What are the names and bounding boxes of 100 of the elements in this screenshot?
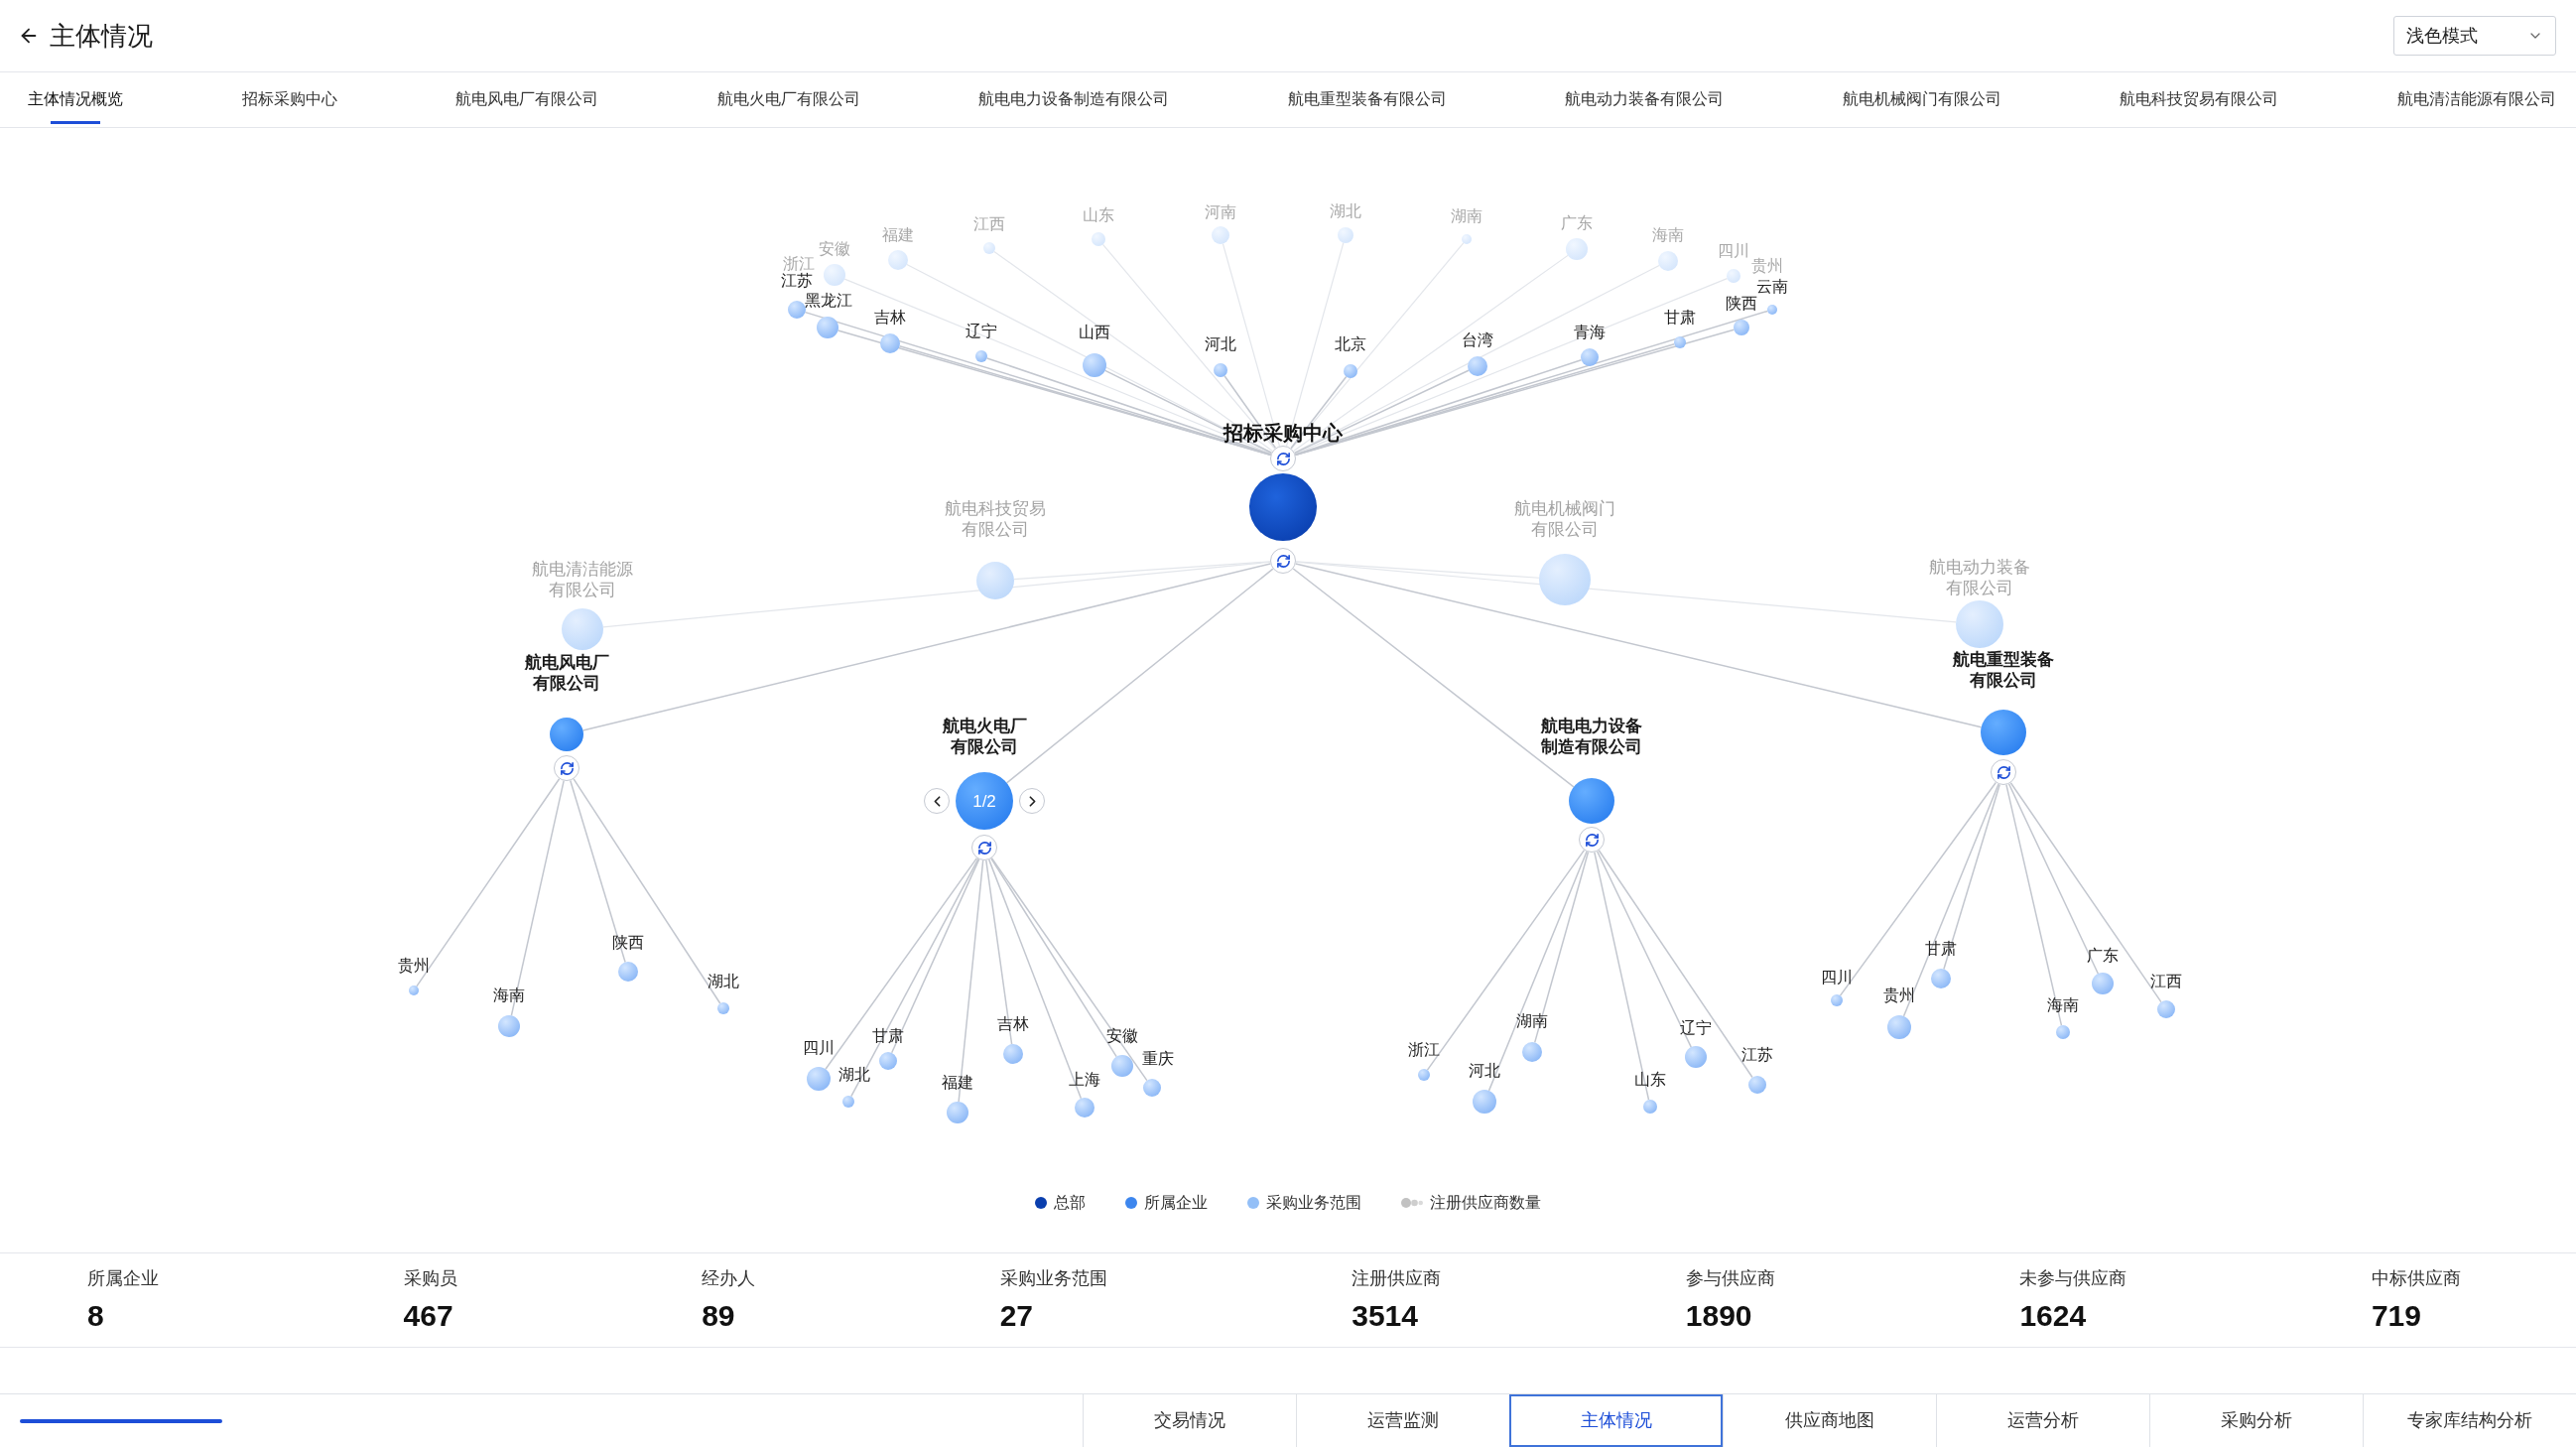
region-label: 海南 [493, 987, 525, 1003]
theme-select[interactable]: 浅色模式 [2393, 16, 2556, 56]
chevron-right-icon[interactable] [1019, 788, 1045, 814]
refresh-icon[interactable] [1991, 759, 2016, 785]
stat-value: 1624 [2019, 1300, 2088, 1332]
region-node [1831, 994, 1843, 1006]
tab[interactable]: 航电机械阀门有限公司 [1842, 72, 2001, 127]
region-label: 贵州 [1751, 258, 1783, 274]
company-label: 航电科技贸易 有限公司 [945, 498, 1046, 540]
region-label: 陕西 [1726, 296, 1757, 312]
region-label: 陕西 [612, 935, 644, 951]
tab[interactable]: 航电清洁能源有限公司 [2396, 72, 2556, 127]
region-label: 湖南 [1451, 208, 1482, 224]
region-label: 湖北 [838, 1067, 870, 1083]
company-label: 航电风电厂 有限公司 [524, 652, 609, 694]
stat-label: 未参与供应商 [2019, 1267, 2127, 1289]
region-label: 四川 [803, 1040, 835, 1056]
region-label: 吉林 [874, 310, 906, 326]
region-node [498, 1015, 520, 1037]
tab[interactable]: 航电电力设备制造有限公司 [978, 72, 1170, 127]
region-label: 贵州 [1883, 987, 1915, 1003]
region-label: 江苏 [1741, 1047, 1773, 1063]
region-label: 福建 [882, 227, 914, 243]
tab[interactable]: 航电科技贸易有限公司 [2120, 72, 2279, 127]
stat-label: 中标供应商 [2371, 1267, 2461, 1289]
region-node [2157, 1000, 2175, 1018]
region-label: 广东 [2087, 948, 2119, 964]
region-label: 海南 [2047, 997, 2079, 1013]
region-node [1643, 1100, 1657, 1114]
region-label: 江苏 [781, 273, 813, 289]
region-node [879, 1052, 897, 1070]
refresh-icon[interactable] [971, 835, 997, 860]
region-label: 江西 [2150, 974, 2182, 989]
tab[interactable]: 航电风电厂有限公司 [455, 72, 599, 127]
tab[interactable]: 主体情况概览 [28, 72, 123, 127]
region-node [2092, 973, 2114, 994]
stat-value: 467 [403, 1300, 454, 1332]
region-node [1075, 1098, 1095, 1118]
region-label: 湖南 [1516, 1013, 1548, 1029]
refresh-icon[interactable] [1270, 446, 1296, 471]
region-label: 辽宁 [1680, 1020, 1712, 1036]
chevron-left-icon[interactable] [924, 788, 950, 814]
region-node [1473, 1090, 1496, 1114]
stat-value: 27 [999, 1300, 1035, 1332]
stat-label: 注册供应商 [1352, 1267, 1442, 1289]
region-node [618, 962, 638, 982]
region-label: 浙江 [783, 256, 815, 272]
company-label: 航电重型装备 有限公司 [1953, 649, 2054, 691]
region-label: 上海 [1069, 1072, 1100, 1088]
legend-label: 注册供应商数量 [1430, 1193, 1541, 1213]
region-node [1143, 1079, 1161, 1097]
company-label: 航电机械阀门 有限公司 [1514, 498, 1615, 540]
region-label: 黑龙江 [805, 293, 852, 309]
region-label: 河南 [1205, 204, 1236, 220]
region-node [717, 1002, 729, 1014]
stat-label: 所属企业 [87, 1267, 159, 1289]
region-node [1748, 1076, 1766, 1094]
refresh-icon[interactable] [1270, 548, 1296, 574]
region-label: 福建 [942, 1075, 973, 1091]
stat-value: 3514 [1352, 1300, 1419, 1332]
legend-label: 所属企业 [1144, 1193, 1208, 1213]
company-node: 1/2 [956, 772, 1013, 830]
tab[interactable]: 航电重型装备有限公司 [1287, 72, 1447, 127]
legend-label: 总部 [1054, 1193, 1086, 1213]
page-title: 主体情况 [50, 19, 153, 53]
region-label: 辽宁 [966, 324, 997, 339]
region-node [1931, 969, 1951, 988]
region-node [947, 1102, 968, 1123]
region-node [842, 1096, 854, 1108]
refresh-icon[interactable] [554, 755, 580, 781]
stat-value: 89 [702, 1300, 736, 1332]
region-label: 四川 [1821, 970, 1853, 986]
stat-value: 8 [87, 1300, 105, 1332]
region-node [1003, 1044, 1023, 1064]
company-label: 航电动力装备 有限公司 [1929, 557, 2030, 598]
region-node [1685, 1046, 1707, 1068]
stat-label: 经办人 [702, 1267, 756, 1289]
region-label: 北京 [1335, 336, 1366, 352]
region-label: 青海 [1574, 325, 1606, 340]
tab[interactable]: 航电火电厂有限公司 [716, 72, 860, 127]
tab[interactable]: 招标采购中心 [241, 72, 337, 127]
region-label: 吉林 [997, 1016, 1029, 1032]
region-label: 云南 [1756, 279, 1788, 295]
region-node [807, 1067, 831, 1091]
refresh-icon[interactable] [1579, 827, 1605, 853]
company-label: 航电火电厂 有限公司 [942, 716, 1027, 757]
region-label: 湖北 [708, 974, 739, 989]
region-label: 广东 [1561, 215, 1593, 231]
dots-icon [1401, 1198, 1423, 1208]
region-label: 贵州 [398, 958, 430, 974]
region-label: 台湾 [1462, 332, 1493, 348]
tab[interactable]: 航电动力装备有限公司 [1565, 72, 1725, 127]
region-label: 河北 [1469, 1063, 1500, 1079]
region-label: 江西 [973, 216, 1005, 232]
region-label: 重庆 [1142, 1051, 1174, 1067]
region-label: 湖北 [1330, 203, 1361, 219]
region-node [1418, 1069, 1430, 1081]
bottom-tab[interactable]: 主体情况 [1509, 1394, 1723, 1447]
region-node [1111, 1055, 1133, 1077]
region-label: 山东 [1634, 1072, 1666, 1088]
